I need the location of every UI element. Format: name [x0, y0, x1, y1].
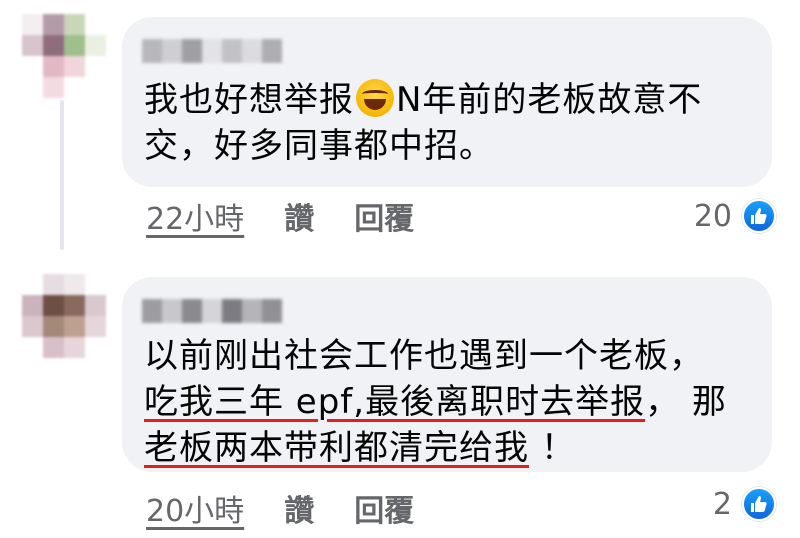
- timestamp-link[interactable]: 22小時: [146, 194, 244, 238]
- avatar[interactable]: [22, 14, 106, 98]
- comment-actions: 20小時 讚 回覆: [146, 486, 414, 530]
- comment-1: 我也好想举报 N年前的老板故意不 交，好多同事都中招。 22小時 讚 回覆 20: [0, 0, 800, 262]
- comment-text: 我也好想举报 N年前的老板故意不 交，好多同事都中招。: [144, 79, 703, 166]
- author-name-blurred[interactable]: [142, 39, 282, 65]
- thumbs-up-icon: [742, 487, 776, 521]
- thumbs-up-icon: [742, 199, 776, 233]
- comment-2: 以前刚出社会工作也遇到一个老板， 吃我三年 epf,最後离职时去举报， 那 老板…: [0, 262, 800, 538]
- like-count[interactable]: 2: [713, 484, 776, 524]
- like-count[interactable]: 20: [694, 196, 776, 236]
- comment-bubble: 以前刚出社会工作也遇到一个老板， 吃我三年 epf,最後离职时去举报， 那 老板…: [122, 277, 772, 472]
- like-count-number: 2: [712, 486, 732, 522]
- like-button[interactable]: 讚: [284, 194, 314, 238]
- author-name-blurred[interactable]: [142, 299, 282, 325]
- like-button[interactable]: 讚: [284, 486, 314, 530]
- reply-button[interactable]: 回覆: [354, 486, 414, 530]
- like-count-number: 20: [693, 198, 732, 234]
- comment-actions: 22小時 讚 回覆: [146, 194, 414, 238]
- comment-text: 以前刚出社会工作也遇到一个老板， 吃我三年 epf,最後离职时去举报， 那 老板…: [144, 336, 727, 468]
- avatar[interactable]: [22, 274, 106, 358]
- comment-bubble: 我也好想举报 N年前的老板故意不 交，好多同事都中招。: [122, 17, 772, 187]
- crying-laughing-emoji-icon: [356, 79, 394, 117]
- thread-line: [60, 100, 64, 250]
- reply-button[interactable]: 回覆: [354, 194, 414, 238]
- timestamp-link[interactable]: 20小時: [146, 486, 244, 530]
